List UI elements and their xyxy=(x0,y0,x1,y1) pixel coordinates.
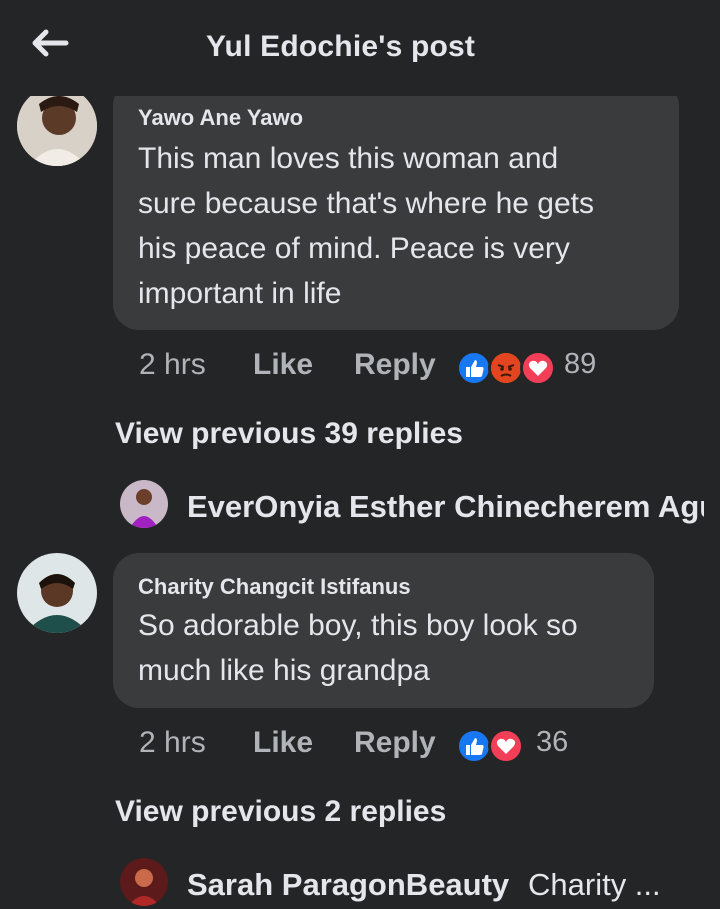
view-previous-replies-link[interactable]: View previous 2 replies xyxy=(115,795,446,829)
comment-text: So adorable boy, this boy look so much l… xyxy=(138,603,578,693)
avatar[interactable] xyxy=(17,86,97,166)
comment-text: This man loves this woman and sure becau… xyxy=(138,136,594,316)
comment-line: This man loves this woman and xyxy=(138,142,559,175)
reply-button[interactable]: Reply xyxy=(354,348,436,382)
avatar[interactable] xyxy=(120,858,168,906)
reply-snippet: Charity ... xyxy=(528,867,661,902)
comment-line: sure because that's where he gets xyxy=(138,187,595,220)
comment-timestamp: 2 hrs xyxy=(139,726,206,759)
avatar[interactable] xyxy=(17,553,97,633)
avatar[interactable] xyxy=(120,480,168,528)
reply-author[interactable]: Sarah ParagonBeauty xyxy=(187,867,509,903)
comment-timestamp: 2 hrs xyxy=(139,348,206,381)
comment-line: So adorable boy, this boy look so xyxy=(138,609,578,642)
comment-line: important in life xyxy=(138,277,342,310)
arrow-left-icon[interactable] xyxy=(30,28,70,58)
reply-button[interactable]: Reply xyxy=(354,726,436,760)
comment-bubble[interactable]: Charity Changcit Istifanus So adorable b… xyxy=(113,553,654,708)
page-title: Yul Edochie's post xyxy=(206,30,476,63)
avatar-photo-icon xyxy=(17,86,97,166)
comment-author[interactable]: Yawo Ane Yawo xyxy=(138,105,303,131)
avatar-photo-icon xyxy=(120,858,168,906)
reaction-count: 89 xyxy=(564,348,597,380)
avatar-photo-icon xyxy=(17,553,97,633)
like-reaction-icon xyxy=(456,728,492,764)
reply-author[interactable]: EverOnyia Esther Chinecherem Agu xyxy=(187,489,704,525)
angry-reaction-icon xyxy=(488,350,524,386)
avatar-photo-icon xyxy=(120,480,168,528)
comment-bubble[interactable]: Yawo Ane Yawo This man loves this woman … xyxy=(113,80,679,330)
like-button[interactable]: Like xyxy=(253,348,313,382)
like-button[interactable]: Like xyxy=(253,726,313,760)
comment-line: much like his grandpa xyxy=(138,654,430,687)
top-bar: Yul Edochie's post xyxy=(0,0,720,96)
view-previous-replies-link[interactable]: View previous 39 replies xyxy=(115,417,463,451)
comment-line: his peace of mind. Peace is very xyxy=(138,232,570,265)
like-reaction-icon xyxy=(456,350,492,386)
love-reaction-icon xyxy=(520,350,556,386)
comment-author[interactable]: Charity Changcit Istifanus xyxy=(138,574,411,600)
reaction-count: 36 xyxy=(536,726,569,758)
love-reaction-icon xyxy=(488,728,524,764)
